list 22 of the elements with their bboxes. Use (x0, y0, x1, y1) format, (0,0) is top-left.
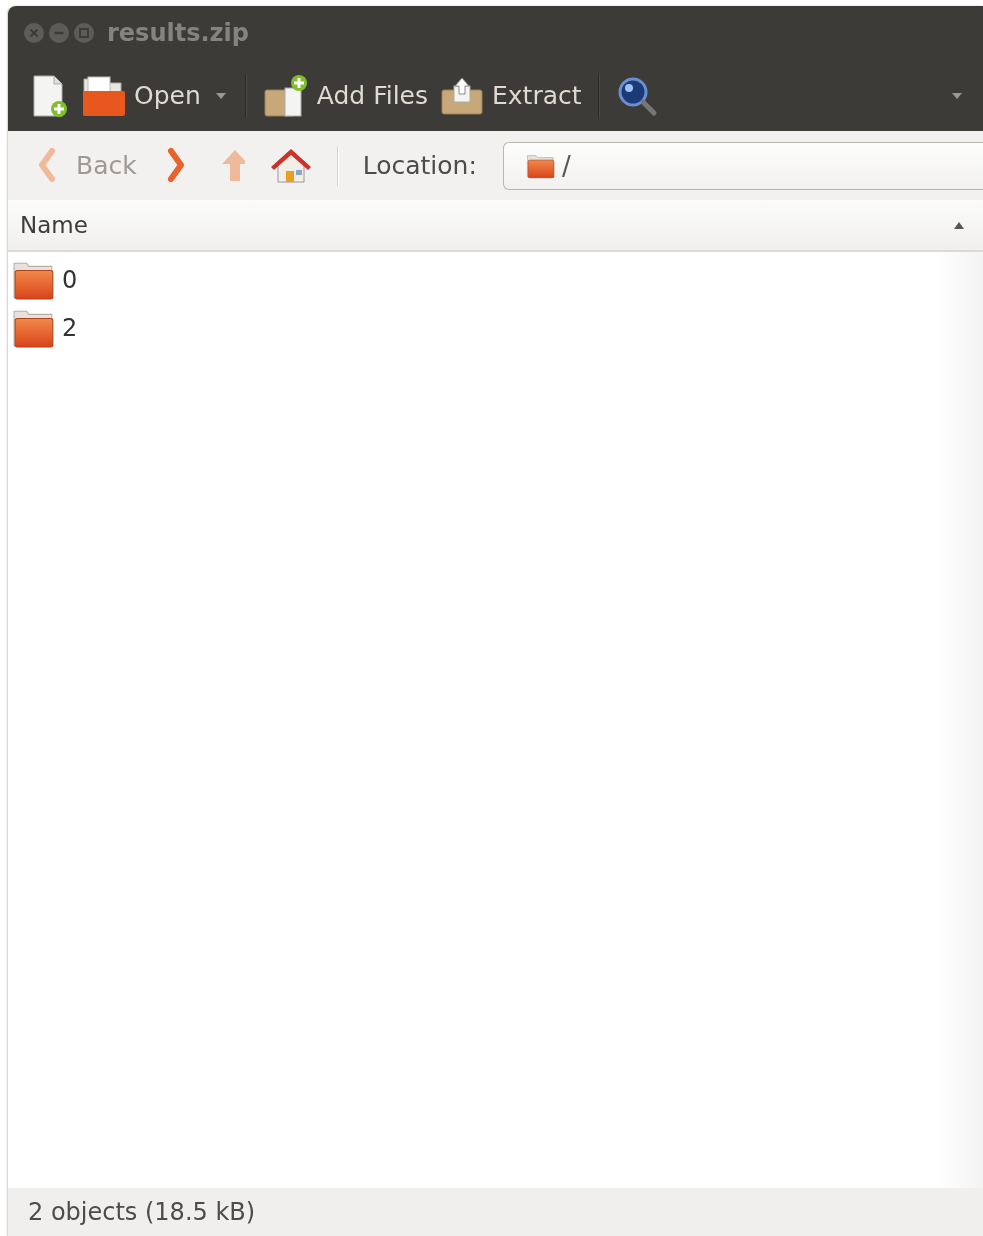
minimize-icon (48, 22, 70, 44)
toolbar-button[interactable]: Open (74, 67, 207, 124)
caret-icon (214, 91, 227, 100)
file-name: 2 (62, 314, 78, 342)
caret-icon (951, 91, 963, 100)
file-row[interactable]: 0 (8, 256, 983, 304)
file-row[interactable]: 2 (8, 304, 983, 352)
toolbar-button[interactable]: Add Files (256, 67, 434, 124)
maximize-icon (73, 22, 95, 44)
file-name: 0 (62, 266, 78, 294)
toolbar-button[interactable]: Extract (434, 67, 588, 124)
status-text: 2 objects (18.5 kB) (28, 1198, 256, 1226)
window-title: results.zip (107, 19, 249, 47)
archive-extract-icon (440, 75, 484, 116)
column-header[interactable]: Name (8, 200, 983, 250)
location-label: Location: (362, 151, 477, 180)
folder-icon (80, 74, 126, 117)
home-icon (270, 146, 311, 185)
folder-icon (525, 152, 556, 179)
close-icon (23, 22, 45, 44)
location-field[interactable]: / (502, 141, 983, 190)
archive-add-icon (262, 73, 309, 118)
